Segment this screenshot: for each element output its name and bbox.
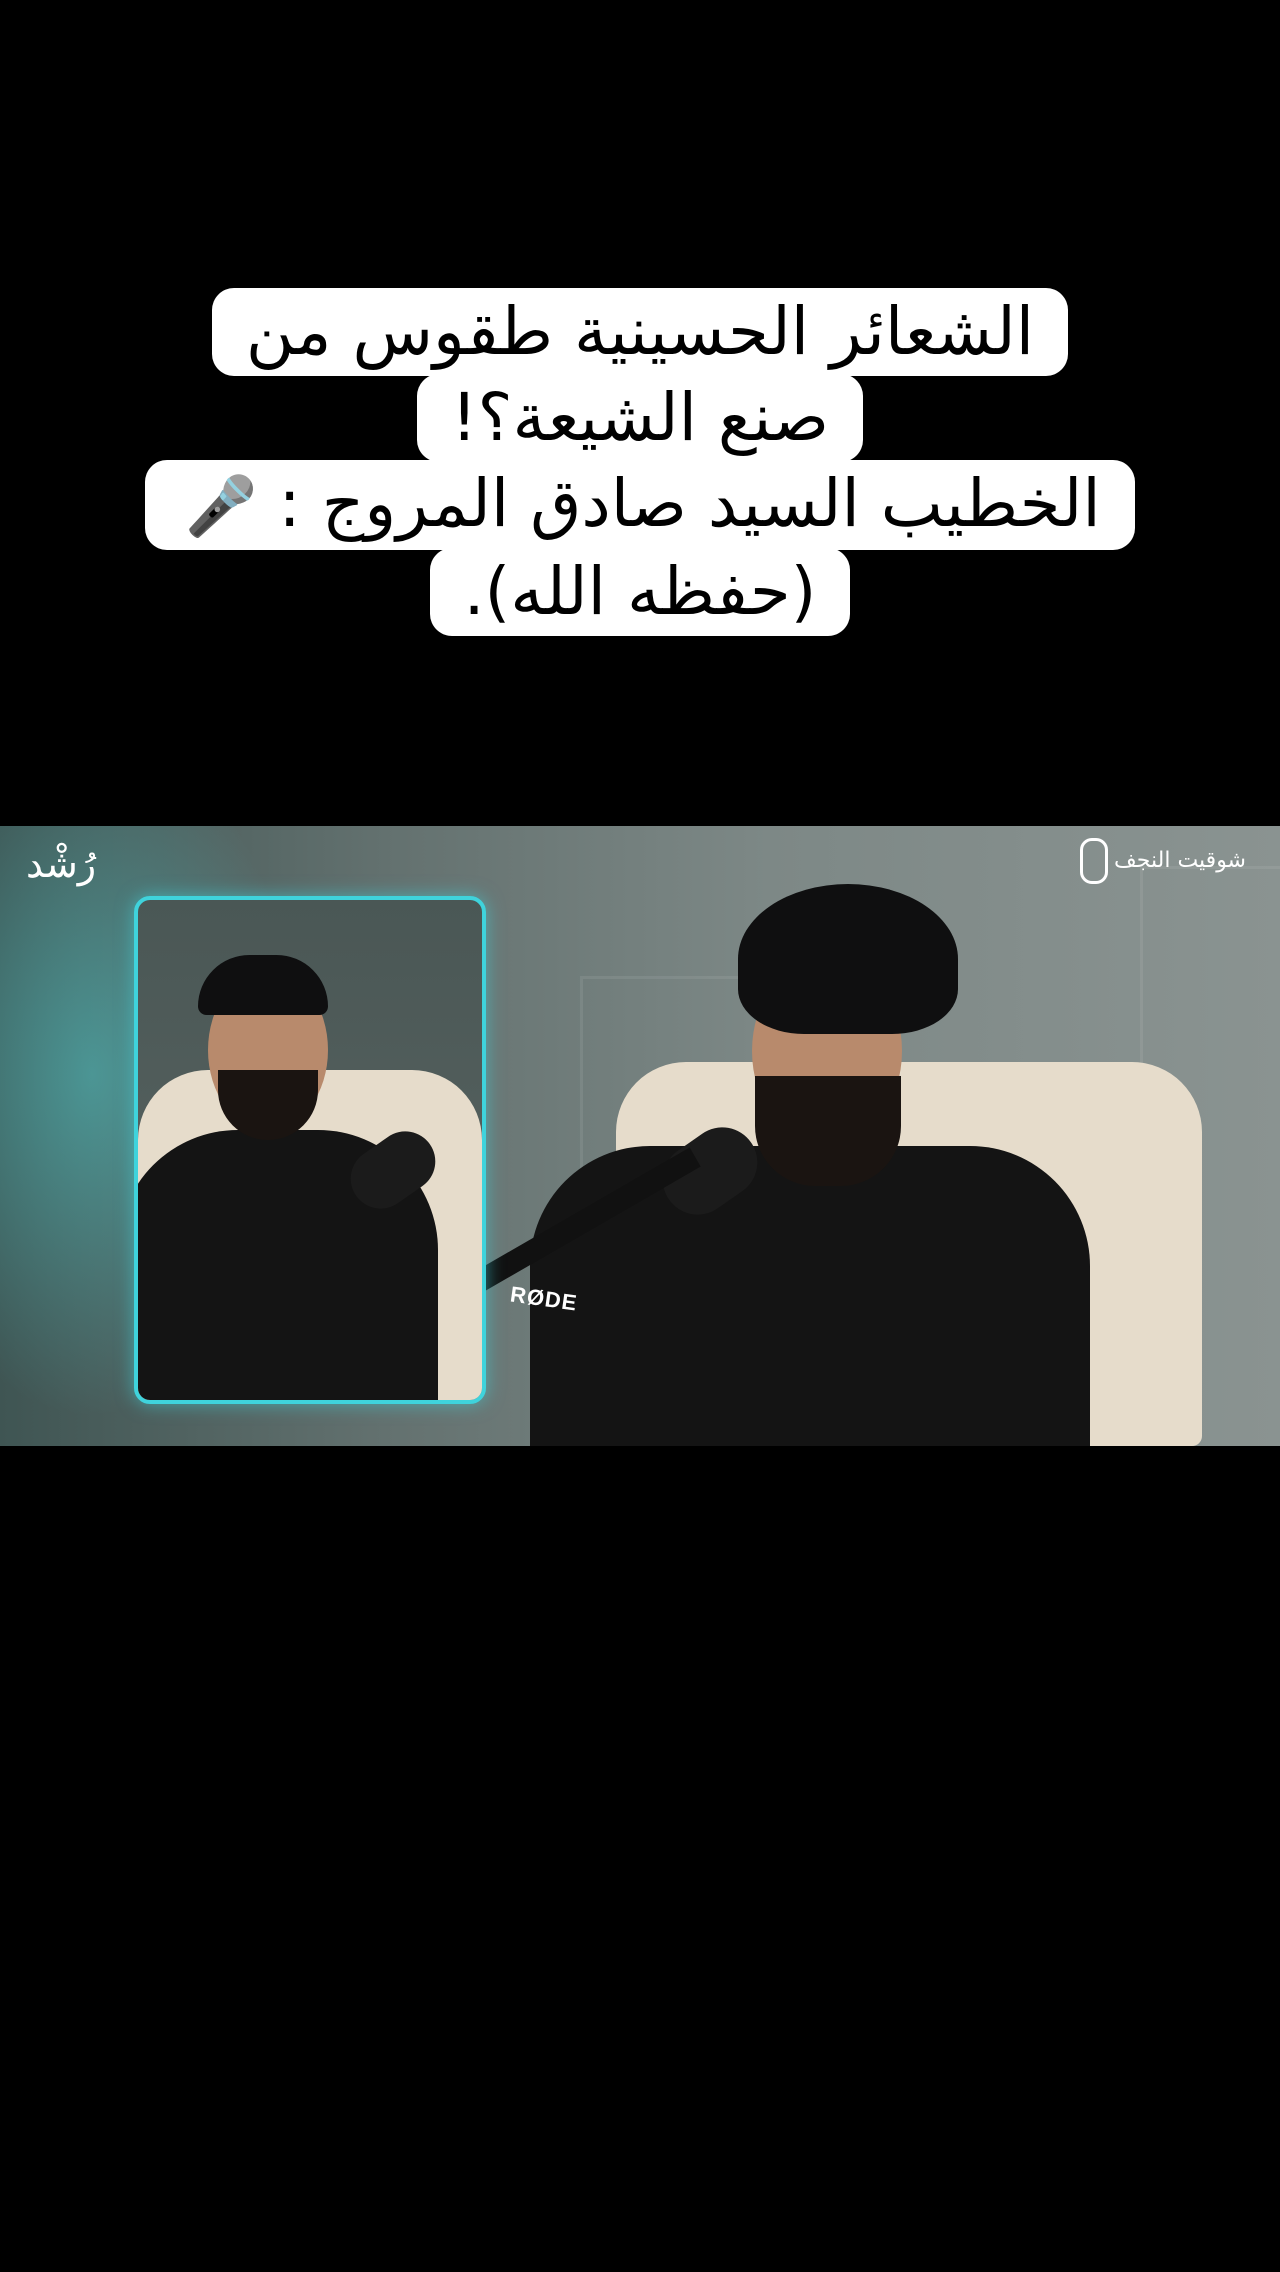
caption-line-4: (حفظه الله).	[429, 548, 851, 636]
caption-line-2: صنع الشيعة؟!	[416, 374, 864, 462]
guest-hair	[198, 955, 328, 1015]
caption-line-3: الخطيب السيد صادق المروج : 🎤	[145, 460, 1135, 550]
video-caption: الشعائر الحسينية طقوس من صنع الشيعة؟! ال…	[0, 288, 1280, 636]
podcast-logo: شوقيت النجف	[1080, 838, 1246, 884]
speaker-turban	[738, 884, 958, 1034]
podcast-logo-text: شوقيت النجف	[1114, 848, 1246, 873]
caption-line-1: الشعائر الحسينية طقوس من	[211, 288, 1069, 376]
microphone-icon: 🎤	[185, 472, 258, 540]
podcast-mic-icon	[1080, 838, 1109, 884]
inset-video[interactable]	[134, 896, 486, 1404]
speaker-beard	[755, 1076, 901, 1186]
video-frame[interactable]: RØDE رُشْد شوقيت النجف	[0, 826, 1280, 1446]
caption-line-3-text: الخطيب السيد صادق المروج :	[278, 465, 1101, 542]
rushd-logo: رُشْد	[26, 842, 97, 886]
